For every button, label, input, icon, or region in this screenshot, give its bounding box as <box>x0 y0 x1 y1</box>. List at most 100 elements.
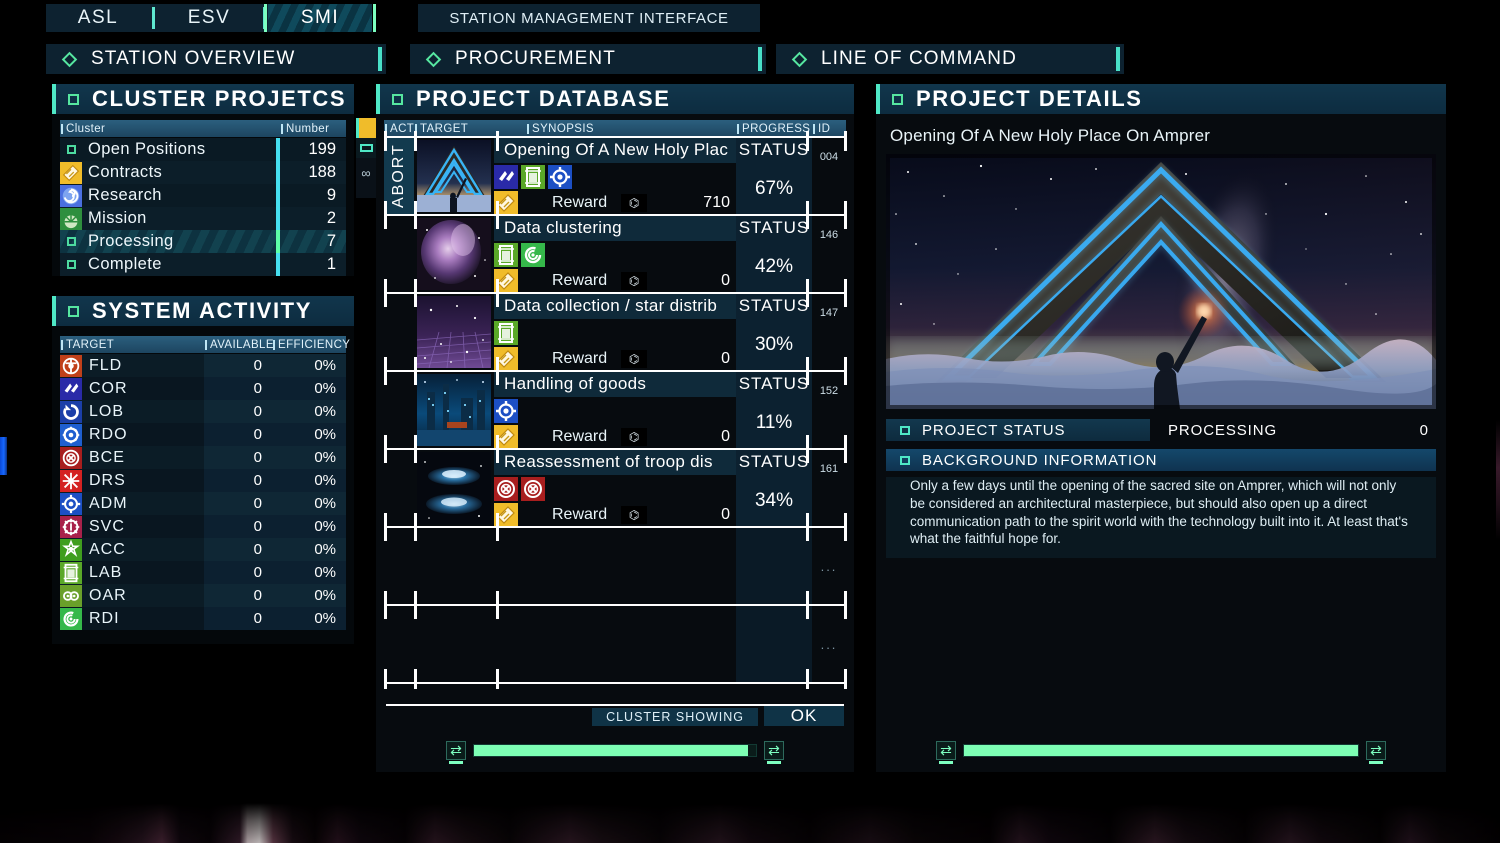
window-title-label: STATION MANAGEMENT INTERFACE <box>449 9 729 27</box>
project-database-scrollbar[interactable]: ⇄ ⇄ <box>446 741 784 764</box>
project-row[interactable]: Data collection / star distrib Reward ⌬ 0 ST… <box>384 293 846 371</box>
rdo-icon <box>60 423 82 446</box>
nav-procurement[interactable]: PROCUREMENT <box>410 44 766 74</box>
system-activity-label: OAR <box>89 586 127 604</box>
contract-ticket-icon <box>60 161 82 184</box>
project-reward-row: Reward ⌬ 0 <box>494 269 736 293</box>
scroll-track[interactable] <box>473 744 757 757</box>
scroll-right-icon[interactable]: ⇄ <box>1366 741 1386 764</box>
nav-station-overview[interactable]: STATION OVERVIEW <box>46 44 386 74</box>
project-details-scrollbar[interactable]: ⇄ ⇄ <box>936 741 1386 764</box>
cluster-row-research[interactable]: Research 9 <box>60 184 346 207</box>
tab-esv-label: ESV <box>187 7 231 28</box>
project-row[interactable]: ... <box>384 527 846 605</box>
grid-line-vertical <box>496 443 499 463</box>
window-title: STATION MANAGEMENT INTERFACE <box>418 4 760 32</box>
scroll-right-icon[interactable]: ⇄ <box>764 741 784 764</box>
research-spiral-icon <box>60 184 82 207</box>
project-progress-value: 30% <box>754 334 794 355</box>
grid-line-vertical <box>414 131 417 151</box>
project-thumbnail-cell[interactable] <box>414 215 494 293</box>
tab-asl[interactable]: ASL <box>46 4 150 32</box>
project-act-cell[interactable]: ABORT <box>384 137 414 215</box>
scroll-left-icon[interactable]: ⇄ <box>446 741 466 764</box>
project-act-cell <box>384 605 414 683</box>
scroll-thumb[interactable] <box>474 745 748 756</box>
tab-divider <box>152 7 155 29</box>
project-thumbnail-cell[interactable] <box>414 293 494 371</box>
system-activity-label: COR <box>89 379 128 397</box>
cluster-row-open-positions[interactable]: Open Positions 199 <box>60 138 346 161</box>
cluster-row-processing[interactable]: Processing 7 <box>60 230 346 253</box>
project-synopsis-cell: Data collection / star distrib Reward ⌬ 0 <box>494 293 736 371</box>
grid-line-vertical <box>806 521 809 541</box>
cluster-row-contracts[interactable]: Contracts 188 <box>60 161 346 184</box>
system-activity-row-oar[interactable]: OAR 0 0% <box>60 584 346 607</box>
outline-box-icon[interactable] <box>356 138 376 158</box>
abort-button[interactable]: ABORT <box>384 137 414 215</box>
diamond-icon <box>791 51 808 67</box>
project-act-cell <box>384 527 414 605</box>
grid-line-vertical <box>496 209 499 229</box>
nav-line-of-command[interactable]: LINE OF COMMAND <box>776 44 1124 74</box>
system-activity-row-rdi[interactable]: RDI 0 0% <box>60 607 346 630</box>
project-id: 146 <box>819 229 839 241</box>
project-thumbnail-cell[interactable] <box>414 137 494 215</box>
grid-line-vertical <box>496 365 499 385</box>
system-activity-row-adm[interactable]: ADM 0 0% <box>60 492 346 515</box>
grid-line-vertical <box>496 669 499 689</box>
project-row[interactable]: Data clustering Reward ⌬ 0 STATUS 42% 146 <box>384 215 846 293</box>
system-activity-row-bce[interactable]: BCE 0 0% <box>60 446 346 469</box>
nav-station-overview-label: STATION OVERVIEW <box>91 48 296 69</box>
small-square-icon <box>60 139 82 161</box>
ok-button[interactable]: OK <box>764 706 844 726</box>
system-activity-row-svc[interactable]: SVC 0 0% <box>60 515 346 538</box>
project-thumbnail-cell[interactable] <box>414 449 494 527</box>
scroll-left-icon[interactable]: ⇄ <box>936 741 956 764</box>
square-icon <box>900 455 910 465</box>
project-act-cell <box>384 215 414 293</box>
project-thumbnail-cell[interactable] <box>414 371 494 449</box>
project-id: 152 <box>819 385 839 397</box>
system-activity-efficiency: 0% <box>272 538 346 561</box>
system-activity-label: LOB <box>89 402 125 420</box>
cluster-rows: Open Positions 199 Contracts 188 Research 9 Mi… <box>60 138 346 276</box>
system-activity-row-fld[interactable]: FLD 0 0% <box>60 354 346 377</box>
square-icon <box>392 93 403 105</box>
cluster-row-mission[interactable]: Mission 2 <box>60 207 346 230</box>
system-activity-available: 0 <box>204 377 272 400</box>
col-target: TARGET <box>60 339 204 351</box>
grid-line-horizontal <box>384 136 846 138</box>
project-progress-value: 34% <box>754 490 794 511</box>
cluster-row-complete[interactable]: Complete 1 <box>60 253 346 276</box>
system-activity-efficiency: 0% <box>272 492 346 515</box>
square-icon <box>892 93 903 105</box>
system-activity-row-rdo[interactable]: RDO 0 0% <box>60 423 346 446</box>
project-row[interactable]: ABORT Opening Of A New Holy Plac Reward ⌬ 71… <box>384 137 846 215</box>
system-activity-row-lab[interactable]: LAB 0 0% <box>60 561 346 584</box>
col-act: ACT <box>384 123 414 135</box>
grid-line-vertical <box>414 209 417 229</box>
project-row[interactable]: ... <box>384 605 846 683</box>
system-activity-row-drs[interactable]: DRS 0 0% <box>60 469 346 492</box>
bce-icon <box>60 446 82 469</box>
project-row[interactable]: Reassessment of troop dis Reward ⌬ 0 STATUS 3… <box>384 449 846 527</box>
grid-line-vertical <box>384 669 387 689</box>
project-title: Data clustering <box>494 215 736 241</box>
system-activity-row-acc[interactable]: ACC 0 0% <box>60 538 346 561</box>
grid-line-vertical <box>844 287 847 307</box>
tab-smi[interactable]: SMI <box>264 4 376 32</box>
nav-accent-bar <box>1116 47 1120 71</box>
contract-ticket-icon[interactable] <box>356 118 376 138</box>
project-title: Reassessment of troop dis <box>494 449 736 475</box>
scroll-track[interactable] <box>963 744 1359 757</box>
credits-icon: ⌬ <box>621 194 648 212</box>
system-activity-row-lob[interactable]: LOB 0 0% <box>60 400 346 423</box>
col-available: AVAILABLE <box>204 339 274 351</box>
tab-esv[interactable]: ESV <box>157 4 261 32</box>
system-activity-row-cor[interactable]: COR 0 0% <box>60 377 346 400</box>
scroll-thumb[interactable] <box>964 745 1358 756</box>
project-row[interactable]: Handling of goods Reward ⌬ 0 STATUS 11% 152 <box>384 371 846 449</box>
project-reward-value: 0 <box>721 350 730 367</box>
cluster-row-number: 199 <box>308 140 336 158</box>
